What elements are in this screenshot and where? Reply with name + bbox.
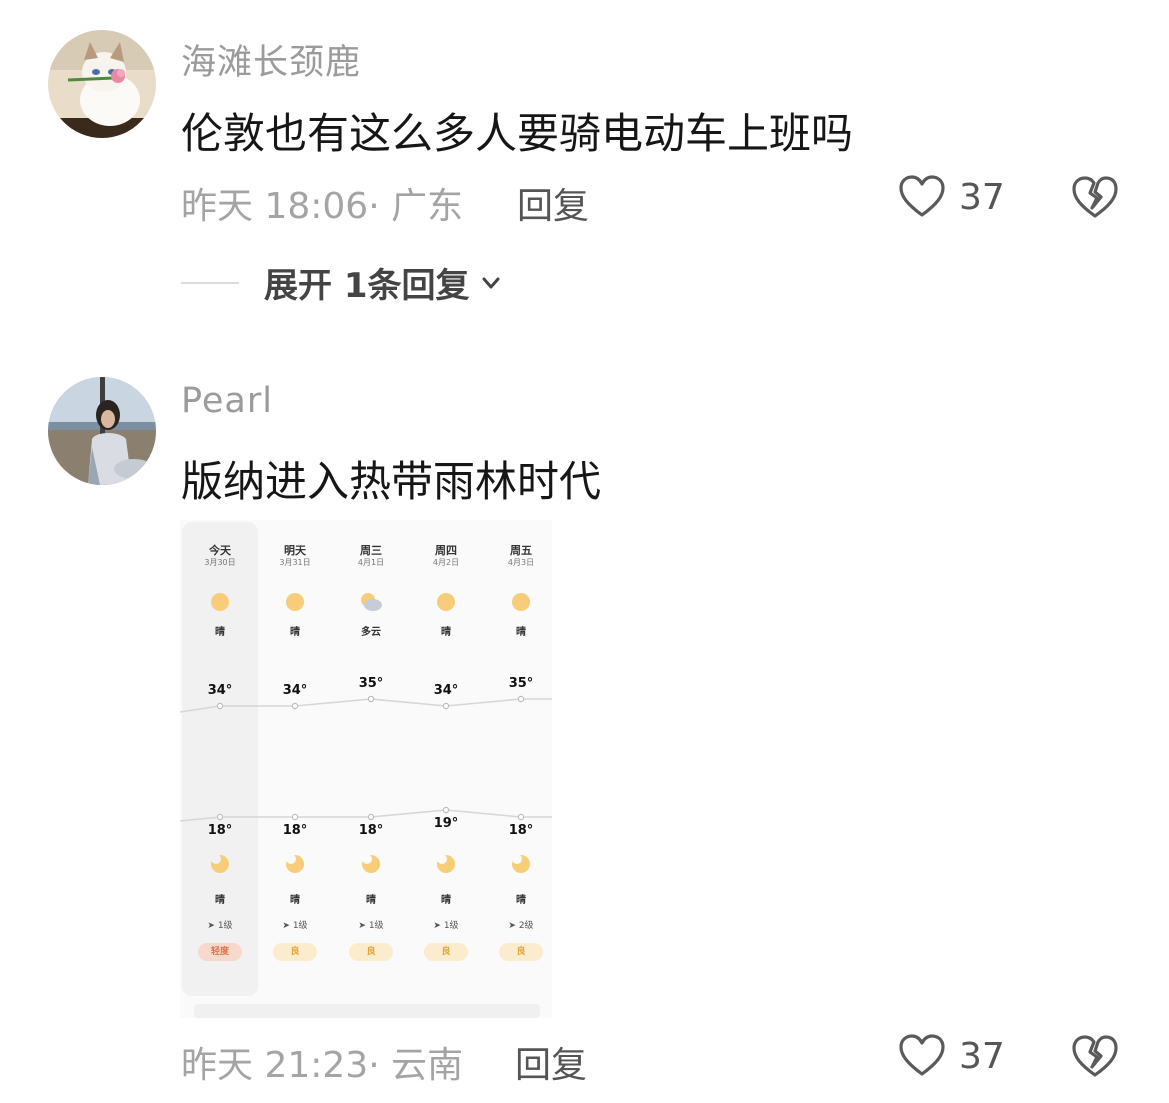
low-temp: 18° (508, 823, 534, 838)
low-temp: 19° (433, 816, 459, 831)
weather-forecast-image[interactable]: 今天 3月30日 晴 34° 18° 晴 ➤ 1级 轻度 明天 3月31日 晴 … (180, 520, 552, 1018)
day-date: 4月3日 (507, 558, 535, 567)
wind-level: ➤ 1级 (433, 921, 459, 931)
sun-icon (437, 593, 455, 611)
heart-outline-icon (899, 175, 945, 217)
day-date: 3月30日 (204, 558, 236, 567)
sun-icon (286, 593, 304, 611)
username[interactable]: Pearl (181, 381, 273, 421)
wind-level: ➤ 1级 (207, 921, 233, 931)
high-temp: 34° (207, 683, 233, 698)
wind-level: ➤ 1级 (358, 921, 384, 931)
expand-replies-button[interactable]: 展开 1条回复 (181, 258, 502, 307)
sun-icon (512, 593, 530, 611)
avatar-girl-beach-image (48, 377, 156, 485)
expand-replies-label: 展开 1条回复 (264, 266, 470, 306)
low-temp: 18° (207, 823, 233, 838)
reply-button[interactable]: 回复 (517, 177, 589, 229)
day-condition: 多云 (361, 627, 381, 638)
aqi-badge: 轻度 (198, 943, 242, 961)
heart-outline-icon (899, 1034, 945, 1076)
like-button[interactable]: 37 (897, 172, 1005, 222)
day-name: 周四 (435, 544, 457, 557)
moon-icon (286, 854, 304, 873)
day-name: 周三 (360, 544, 382, 557)
like-button[interactable]: 37 (897, 1031, 1005, 1081)
moon-icon (211, 854, 229, 873)
broken-heart-icon (1072, 1035, 1118, 1077)
reply-button[interactable]: 回复 (515, 1036, 587, 1088)
comment-text: 版纳进入热带雨林时代 (181, 457, 602, 506)
high-temp: 34° (282, 683, 308, 698)
day-name: 今天 (209, 544, 231, 557)
avatar-cat-image (48, 30, 156, 138)
high-temp: 34° (433, 683, 459, 698)
day-date: 3月31日 (279, 558, 311, 567)
night-condition: 晴 (441, 895, 451, 906)
night-condition: 晴 (516, 895, 526, 906)
night-condition: 晴 (215, 895, 225, 906)
aqi-badge: 良 (499, 943, 543, 961)
chevron-down-icon (482, 277, 499, 288)
moon-icon (437, 854, 455, 873)
day-condition: 晴 (215, 627, 225, 638)
aqi-badge: 良 (349, 943, 393, 961)
like-count: 37 (959, 176, 1005, 218)
night-condition: 晴 (366, 895, 376, 906)
wind-arrow-icon: ➤ (282, 921, 293, 931)
day-name: 明天 (284, 544, 306, 557)
wind-level: ➤ 1级 (282, 921, 308, 931)
wind-arrow-icon: ➤ (207, 921, 218, 931)
avatar[interactable] (48, 377, 156, 485)
day-date: 4月2日 (432, 558, 460, 567)
low-temp: 18° (282, 823, 308, 838)
comment-time-location: 昨天 21:23· 云南 (181, 1045, 464, 1086)
username[interactable]: 海滩长颈鹿 (181, 34, 361, 85)
like-count: 37 (959, 1035, 1005, 1077)
sun-icon (211, 593, 229, 611)
comment-time-location: 昨天 18:06· 广东 (181, 186, 464, 227)
aqi-badge: 良 (424, 943, 468, 961)
dislike-button[interactable] (1071, 1033, 1119, 1085)
wind-level: ➤ 2级 (508, 921, 534, 931)
wind-arrow-icon: ➤ (508, 921, 519, 931)
day-condition: 晴 (441, 627, 451, 638)
day-name: 周五 (510, 544, 532, 557)
moon-icon (512, 854, 530, 873)
day-date: 4月1日 (357, 558, 385, 567)
divider-line (181, 281, 239, 284)
day-condition: 晴 (516, 627, 526, 638)
broken-heart-icon (1072, 176, 1118, 218)
weather-card-bottom-edge (194, 1004, 540, 1018)
night-condition: 晴 (290, 895, 300, 906)
dislike-button[interactable] (1071, 174, 1119, 226)
aqi-badge: 良 (273, 943, 317, 961)
high-temp: 35° (358, 676, 384, 691)
avatar[interactable] (48, 30, 156, 138)
low-temp: 18° (358, 823, 384, 838)
day-condition: 晴 (290, 627, 300, 638)
comment-text: 伦敦也有这么多人要骑电动车上班吗 (181, 109, 854, 158)
high-temp: 35° (508, 676, 534, 691)
wind-arrow-icon: ➤ (358, 921, 369, 931)
moon-icon (362, 854, 380, 873)
wind-arrow-icon: ➤ (433, 921, 444, 931)
partly-cloudy-icon (361, 593, 382, 611)
